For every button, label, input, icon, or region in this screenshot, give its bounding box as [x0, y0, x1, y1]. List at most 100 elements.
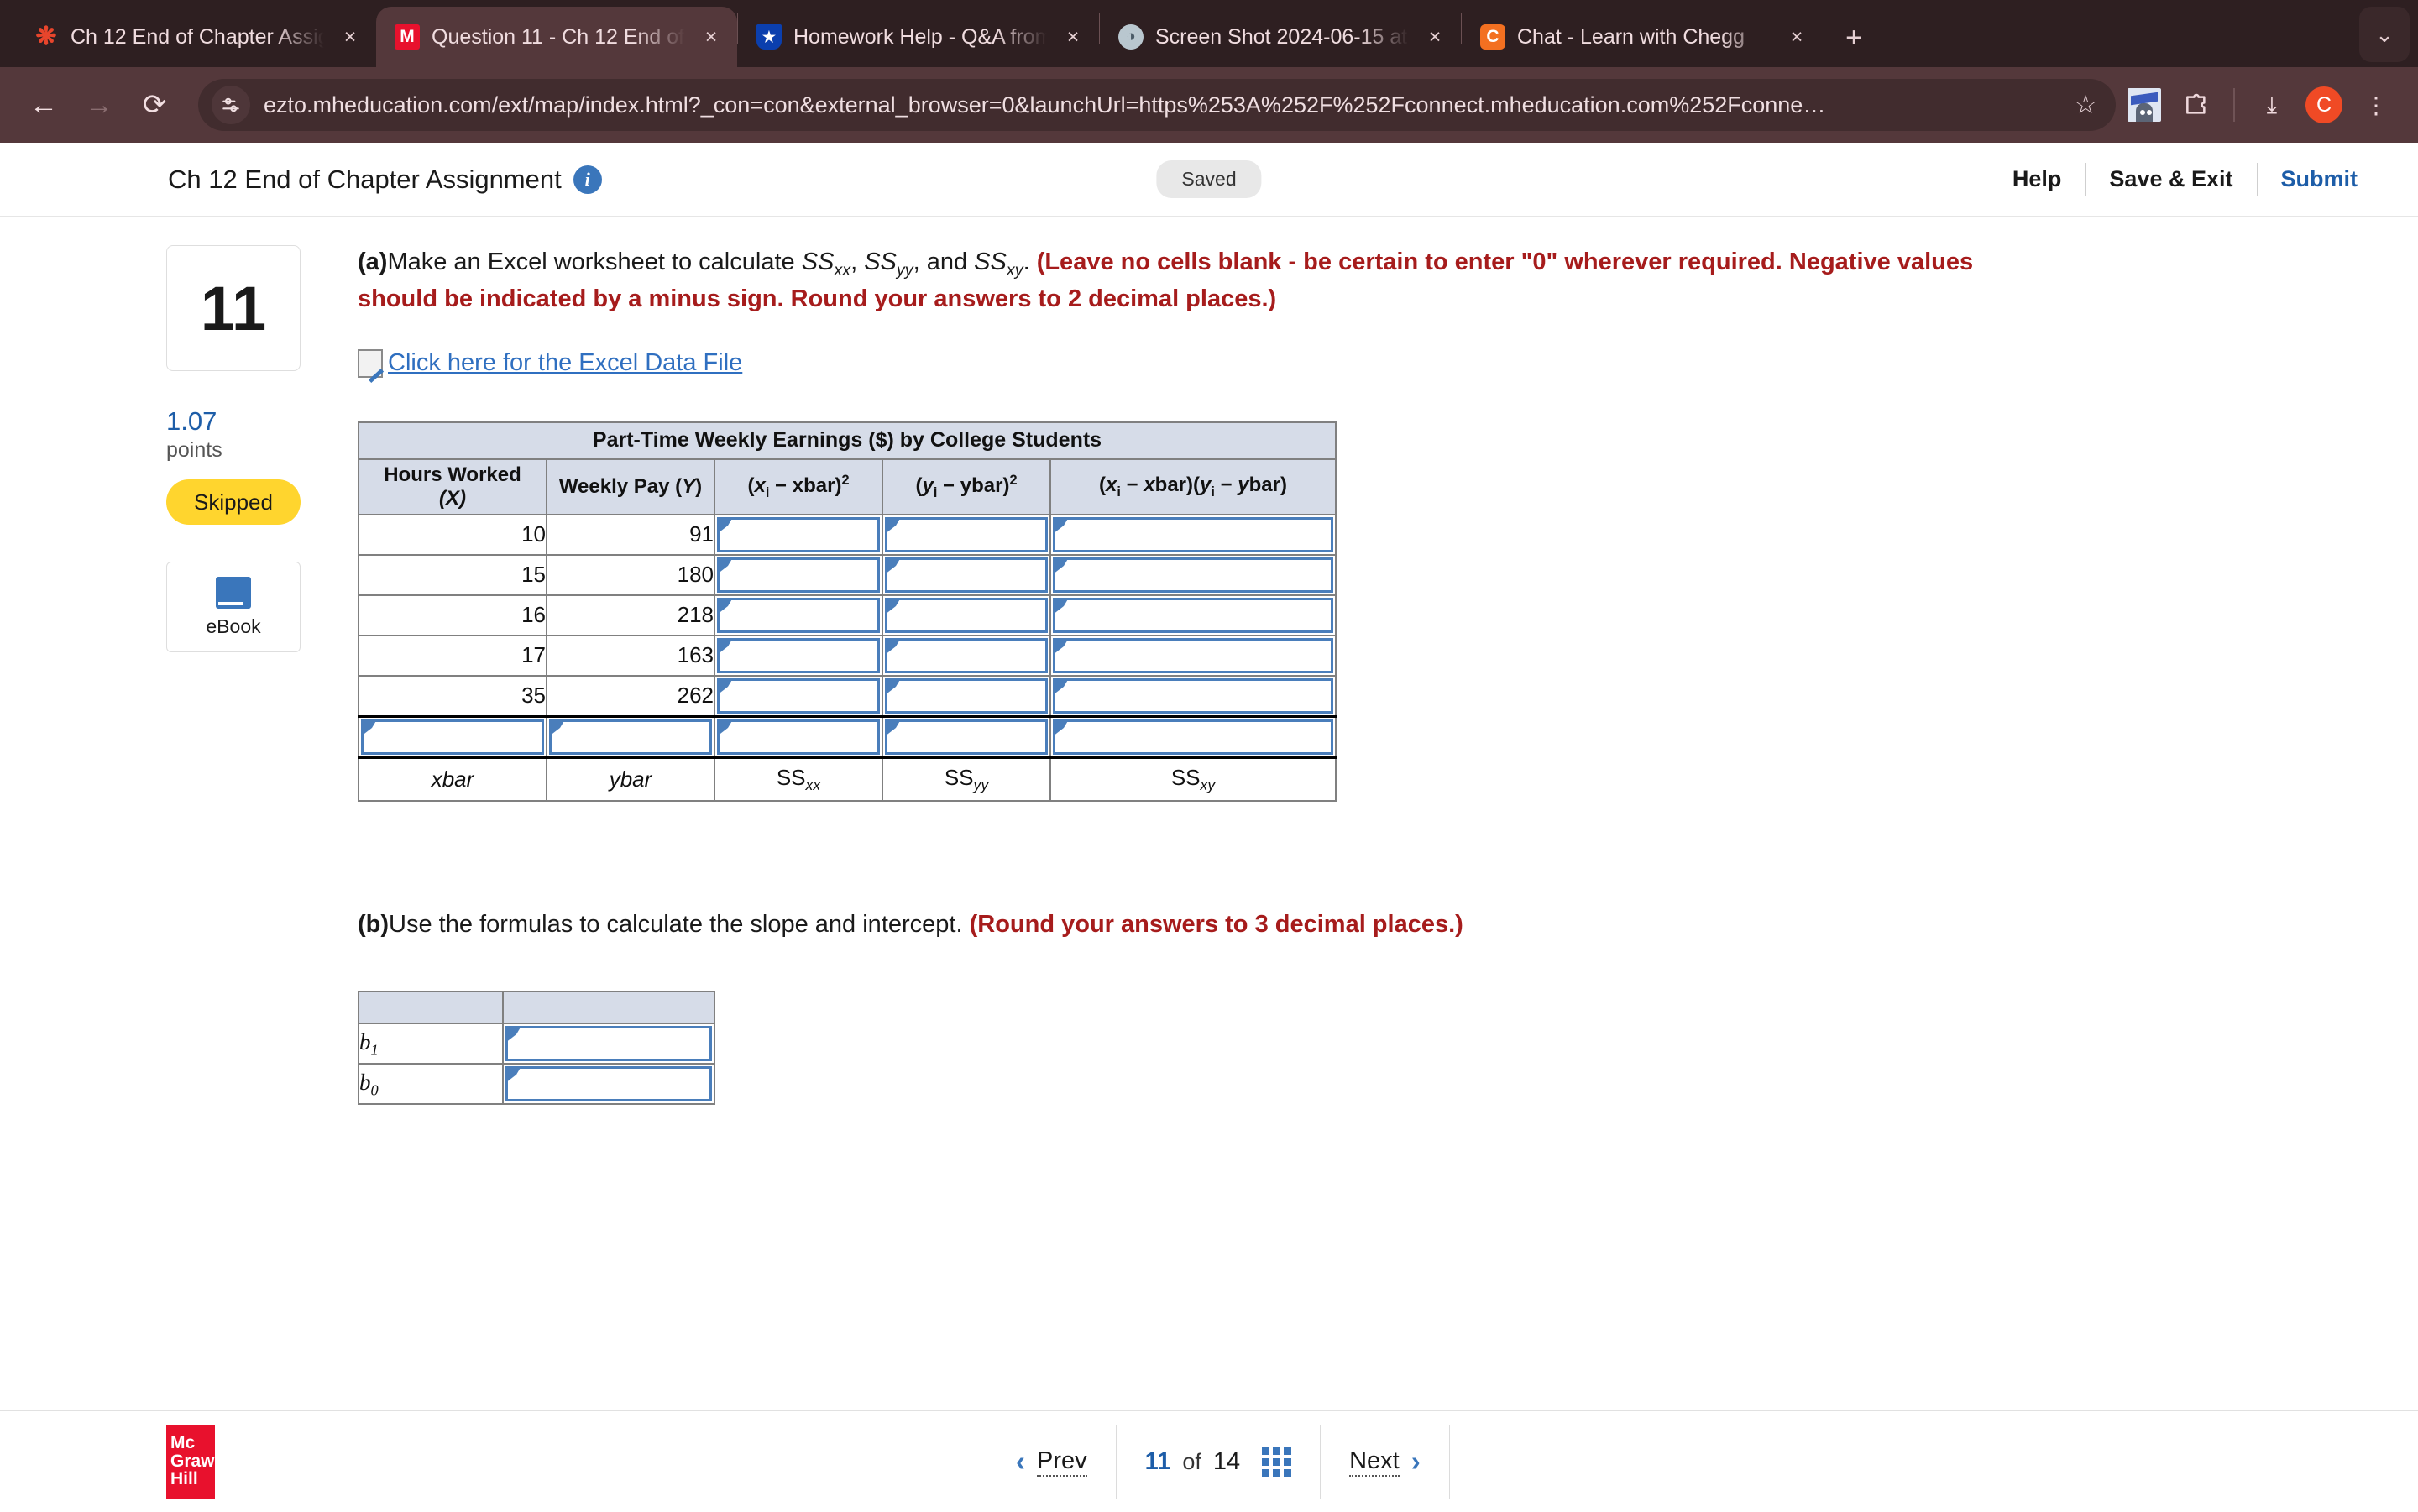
coursehero-icon: ★ — [756, 24, 782, 50]
answer-input[interactable] — [1053, 637, 1333, 673]
cell-y: 180 — [546, 553, 715, 596]
address-bar[interactable]: ezto.mheducation.com/ext/map/index.html?… — [198, 79, 2116, 131]
points-value: 1.07 — [166, 406, 217, 436]
input-cell-dxdy[interactable] — [1049, 634, 1337, 677]
next-label: Next — [1349, 1447, 1400, 1477]
submit-button[interactable]: Submit — [2258, 166, 2382, 192]
help-button[interactable]: Help — [1989, 166, 2086, 192]
input-cell-xbar[interactable] — [358, 714, 547, 759]
answer-input[interactable] — [885, 597, 1048, 633]
answer-input[interactable] — [885, 637, 1048, 673]
chevron-right-icon: › — [1410, 1446, 1421, 1477]
input-cell-dy2[interactable] — [882, 513, 1051, 556]
answer-input[interactable] — [361, 719, 544, 755]
profile-avatar[interactable]: C — [2300, 81, 2347, 128]
input-cell-ssyy[interactable] — [882, 714, 1051, 759]
browser-window: ❋ Ch 12 End of Chapter Assignment × M Qu… — [0, 0, 2418, 1511]
browser-menu-icon[interactable]: ⋮ — [2353, 81, 2400, 128]
of-label: of — [1182, 1448, 1201, 1474]
input-cell-dx2[interactable] — [714, 634, 883, 677]
close-icon[interactable]: × — [1059, 23, 1087, 51]
browser-tab-1[interactable]: ❋ Ch 12 End of Chapter Assignment × — [15, 7, 376, 67]
tab-list-chevron-down-icon[interactable]: ⌄ — [2359, 7, 2410, 62]
browser-tab-3[interactable]: ★ Homework Help - Q&A from O × — [738, 7, 1099, 67]
table-row: 16 218 — [358, 594, 1337, 636]
input-cell-dy2[interactable] — [882, 553, 1051, 596]
browser-tab-5[interactable]: C Chat - Learn with Chegg × — [1462, 7, 1823, 67]
input-cell-dy2[interactable] — [882, 674, 1051, 718]
close-icon[interactable]: × — [336, 23, 364, 51]
browser-tab-2[interactable]: M Question 11 - Ch 12 End of Ch × — [376, 7, 737, 67]
input-cell-ybar[interactable] — [546, 714, 715, 759]
answer-input[interactable] — [717, 557, 880, 593]
answer-input[interactable] — [549, 719, 712, 755]
answer-input[interactable] — [885, 557, 1048, 593]
browser-tab-4[interactable]: ◑ Screen Shot 2024-06-15 at 5 × — [1100, 7, 1461, 67]
answer-input[interactable] — [717, 678, 880, 714]
excel-link-label[interactable]: Click here for the Excel Data File — [388, 349, 742, 377]
input-cell-dy2[interactable] — [882, 634, 1051, 677]
answer-input[interactable] — [505, 1066, 712, 1102]
cell-x: 35 — [358, 674, 547, 718]
input-cell-ssxx[interactable] — [714, 714, 883, 759]
save-exit-button[interactable]: Save & Exit — [2086, 166, 2256, 192]
input-cell-dx2[interactable] — [714, 674, 883, 718]
cell-y: 91 — [546, 513, 715, 556]
input-cell-b0[interactable] — [502, 1063, 715, 1106]
forward-button[interactable]: → — [74, 80, 124, 130]
answer-input[interactable] — [1053, 719, 1333, 755]
column-header-hours-worked: Hours Worked (X) — [358, 458, 547, 515]
part-b-text: Use the formulas to calculate the slope … — [389, 911, 970, 939]
part-b-marker: (b) — [358, 911, 390, 939]
input-cell-dxdy[interactable] — [1049, 513, 1337, 556]
answer-input[interactable] — [717, 637, 880, 673]
answer-input[interactable] — [1053, 597, 1333, 633]
b-header-right — [502, 991, 715, 1025]
input-cell-dxdy[interactable] — [1049, 594, 1337, 636]
input-cell-dx2[interactable] — [714, 594, 883, 636]
input-cell-ssxy[interactable] — [1049, 714, 1337, 759]
extension-avatar — [2128, 88, 2161, 122]
back-button[interactable]: ← — [18, 80, 69, 130]
close-icon[interactable]: × — [1782, 23, 1811, 51]
reload-button[interactable]: ⟳ — [129, 80, 180, 130]
grid-view-icon[interactable] — [1262, 1447, 1292, 1477]
input-cell-dx2[interactable] — [714, 513, 883, 556]
page-title: Ch 12 End of Chapter Assignment — [168, 164, 562, 194]
answer-input[interactable] — [505, 1026, 712, 1062]
answer-input[interactable] — [1053, 678, 1333, 714]
extensions-puzzle-icon[interactable] — [2173, 81, 2220, 128]
close-icon[interactable]: × — [697, 23, 725, 51]
answer-input[interactable] — [885, 719, 1048, 755]
bookmark-star-icon[interactable]: ☆ — [2074, 90, 2097, 120]
info-icon[interactable]: i — [573, 165, 602, 194]
input-cell-dxdy[interactable] — [1049, 553, 1337, 596]
answer-input[interactable] — [1053, 516, 1333, 552]
extension-coursehero-icon[interactable] — [2121, 81, 2168, 128]
url-text: ezto.mheducation.com/ext/map/index.html?… — [264, 92, 1826, 118]
answer-input[interactable] — [885, 678, 1048, 714]
excel-data-file-link[interactable]: Click here for the Excel Data File — [358, 348, 2368, 383]
tab-title: Ch 12 End of Chapter Assignment — [71, 24, 324, 49]
input-cell-dy2[interactable] — [882, 594, 1051, 636]
assignment-app: Ch 12 End of Chapter Assignment i Saved … — [0, 143, 2418, 1511]
answer-input[interactable] — [885, 516, 1048, 552]
site-settings-icon[interactable] — [212, 86, 250, 124]
input-cell-dx2[interactable] — [714, 553, 883, 596]
answer-input[interactable] — [717, 719, 880, 755]
answer-input[interactable] — [717, 597, 880, 633]
prev-button[interactable]: ‹ Prev — [987, 1425, 1116, 1499]
mcgrawhill-icon: M — [395, 24, 420, 50]
new-tab-button[interactable]: + — [1831, 15, 1876, 60]
table-footer-row: xbar ybar SSxx SSyy SSxy — [358, 756, 1337, 803]
input-cell-b1[interactable] — [502, 1023, 715, 1065]
table-row: 17 163 — [358, 634, 1337, 677]
next-button[interactable]: Next › — [1320, 1425, 1450, 1499]
answer-input[interactable] — [1053, 557, 1333, 593]
download-icon[interactable]: ⤓ — [2248, 81, 2295, 128]
footer-label-ssyy: SSyy — [882, 756, 1051, 803]
answer-input[interactable] — [717, 516, 880, 552]
close-icon[interactable]: × — [1421, 23, 1449, 51]
input-cell-dxdy[interactable] — [1049, 674, 1337, 718]
current-page: 11 — [1144, 1447, 1171, 1475]
